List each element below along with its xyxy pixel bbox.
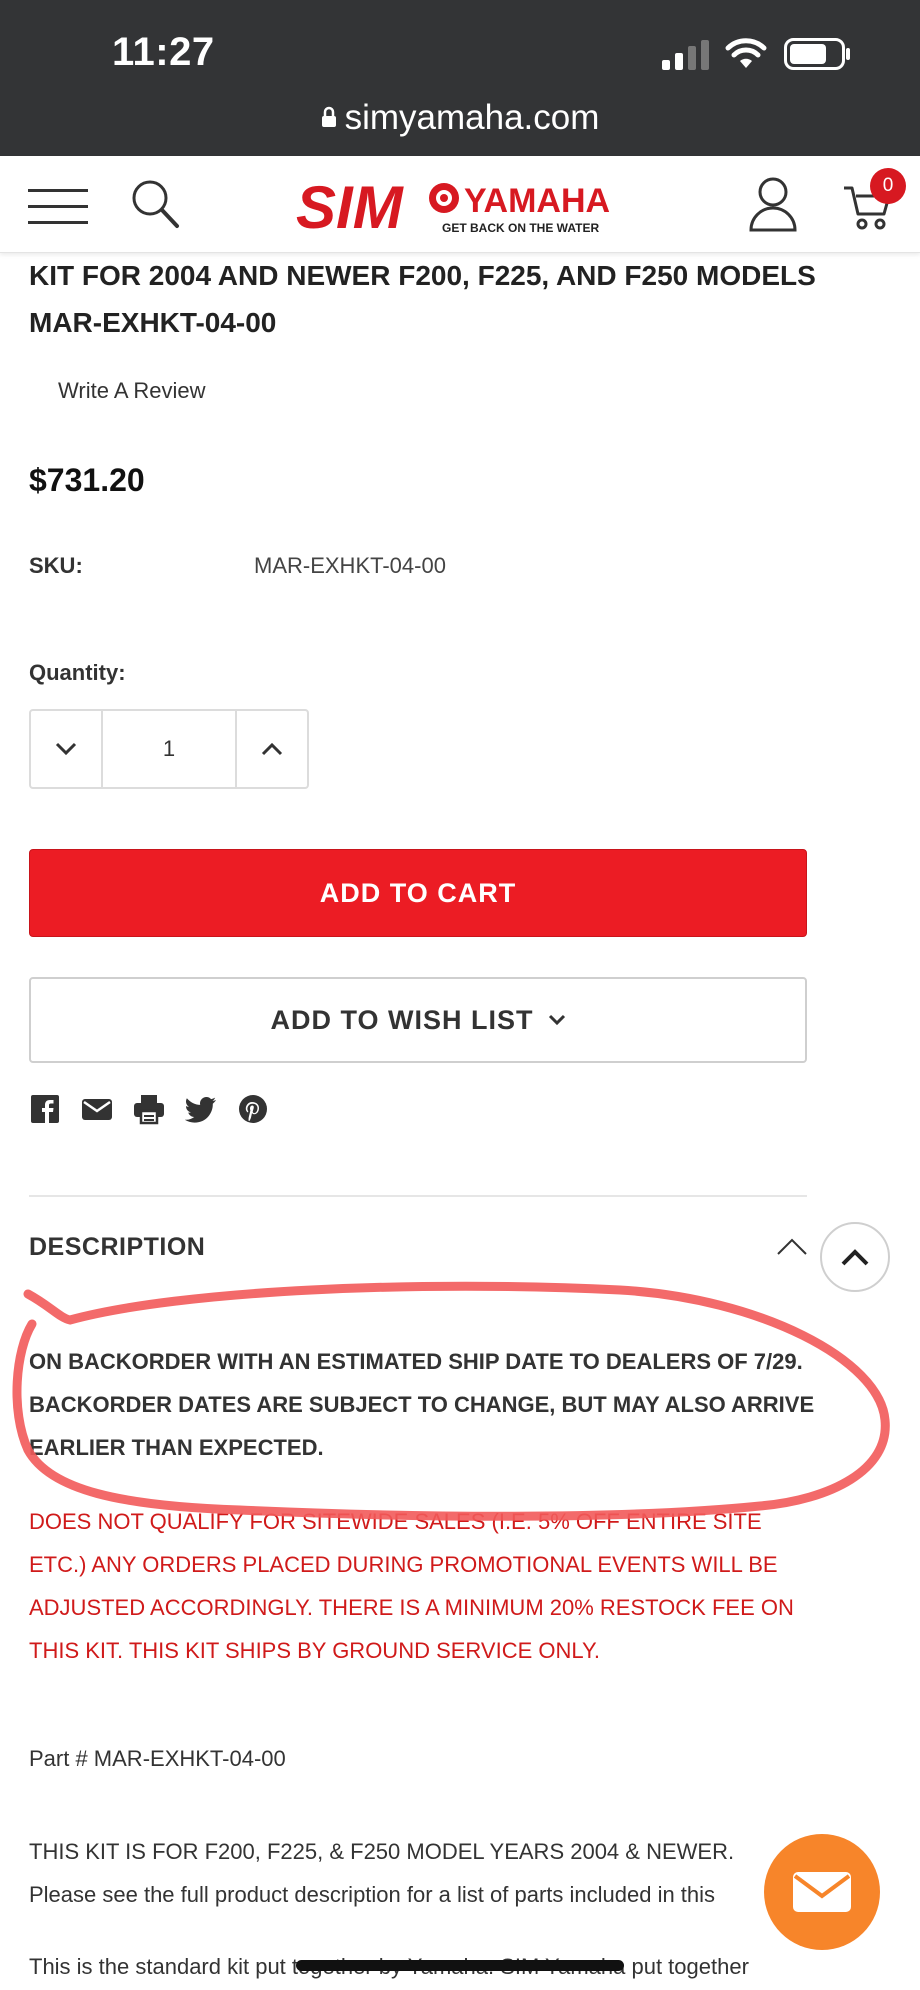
add-to-wishlist-label: ADD TO WISH LIST bbox=[270, 1004, 534, 1035]
cellular-signal-icon bbox=[662, 40, 709, 70]
kit-description-line: THIS KIT IS FOR F200, F225, & F250 MODEL… bbox=[29, 1839, 735, 1864]
chat-button[interactable] bbox=[764, 1834, 880, 1950]
chevron-up-icon bbox=[841, 1249, 869, 1266]
svg-text:YAMAHA: YAMAHA bbox=[464, 182, 610, 220]
account-icon[interactable] bbox=[748, 176, 798, 232]
pinterest-icon[interactable] bbox=[237, 1093, 269, 1125]
search-icon[interactable] bbox=[130, 178, 180, 230]
product-title: KIT FOR 2004 AND NEWER F200, F225, AND F… bbox=[29, 260, 816, 338]
part-number: Part # MAR-EXHKT-04-00 bbox=[29, 1746, 286, 1771]
lock-icon bbox=[321, 106, 336, 127]
chevron-down-icon bbox=[55, 742, 77, 756]
url-text: simyamaha.com bbox=[344, 98, 600, 137]
sku-label: SKU: bbox=[29, 553, 83, 578]
write-review-link[interactable]: Write A Review bbox=[58, 378, 206, 404]
email-icon[interactable] bbox=[81, 1093, 113, 1125]
mail-icon bbox=[793, 1872, 851, 1912]
print-icon[interactable] bbox=[133, 1093, 165, 1125]
twitter-icon[interactable] bbox=[184, 1093, 217, 1125]
product-price: $731.20 bbox=[29, 462, 145, 498]
site-logo[interactable]: SIM YAMAHA GET BACK ON THE WATER bbox=[296, 176, 626, 236]
menu-icon[interactable] bbox=[28, 186, 88, 228]
battery-icon bbox=[784, 38, 850, 70]
scroll-to-top-button[interactable] bbox=[820, 1222, 890, 1292]
kit-description-line: Please see the full product description … bbox=[29, 1882, 716, 1907]
home-indicator[interactable] bbox=[296, 1960, 624, 1971]
site-header: SIM YAMAHA GET BACK ON THE WATER 0 bbox=[0, 156, 920, 253]
quantity-input[interactable]: 1 bbox=[101, 711, 237, 787]
sku-value: MAR-EXHKT-04-00 bbox=[254, 553, 446, 578]
share-icons bbox=[29, 1093, 269, 1125]
quantity-increase-button[interactable] bbox=[237, 711, 307, 787]
add-to-cart-label: ADD TO CART bbox=[319, 877, 517, 908]
backorder-notice: ON BACKORDER WITH AN ESTIMATED SHIP DATE… bbox=[29, 1349, 815, 1460]
add-to-cart-button[interactable]: ADD TO CART bbox=[29, 849, 807, 937]
quantity-decrease-button[interactable] bbox=[31, 711, 101, 787]
facebook-icon[interactable] bbox=[29, 1093, 61, 1125]
sales-warning: DOES NOT QUALIFY FOR SITEWIDE SALES (I.E… bbox=[29, 1509, 794, 1663]
chevron-down-icon bbox=[548, 1014, 565, 1026]
status-bar: 11:27 simyamaha.com bbox=[0, 0, 920, 156]
svg-text:GET BACK ON THE WATER: GET BACK ON THE WATER bbox=[442, 221, 599, 235]
section-divider bbox=[29, 1195, 807, 1197]
wifi-icon bbox=[725, 38, 767, 68]
status-time: 11:27 bbox=[112, 30, 215, 74]
url-bar[interactable]: simyamaha.com bbox=[0, 98, 920, 138]
chevron-up-icon bbox=[261, 742, 283, 756]
quantity-label: Quantity: bbox=[29, 660, 126, 685]
chevron-up-icon[interactable] bbox=[776, 1236, 808, 1258]
add-to-wishlist-button[interactable]: ADD TO WISH LIST bbox=[29, 977, 807, 1063]
description-heading[interactable]: DESCRIPTION bbox=[29, 1233, 205, 1262]
svg-text:SIM: SIM bbox=[296, 176, 405, 236]
cart-count-badge[interactable]: 0 bbox=[870, 168, 906, 204]
kit-description: THIS KIT IS FOR F200, F225, & F250 MODEL… bbox=[29, 1830, 809, 1916]
quantity-stepper: 1 bbox=[29, 709, 309, 789]
